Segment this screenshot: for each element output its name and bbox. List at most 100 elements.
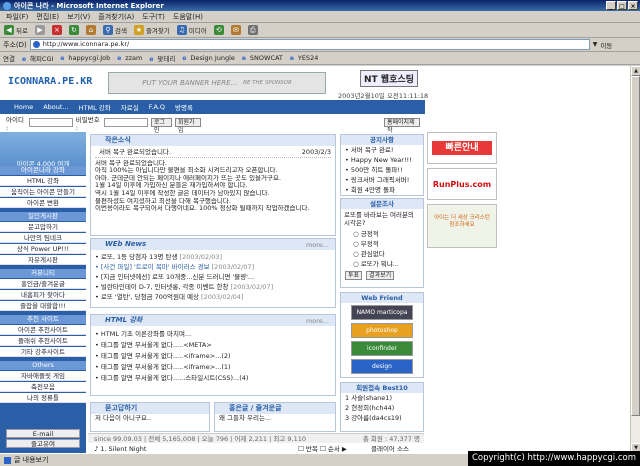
sponsor-banner[interactable]: PUT YOUR BANNER HERE... BE THE SPONSOR: [108, 72, 326, 94]
left-menu-item[interactable]: 자바애플릿 게임: [0, 371, 86, 381]
play-button[interactable]: ▶: [342, 445, 347, 453]
vote-button[interactable]: 투표: [345, 271, 363, 280]
left-menu-item[interactable]: 움직이는 아이콘 만들기: [0, 187, 86, 197]
notice-right-item[interactable]: • 서버 복구 완료!: [341, 145, 423, 155]
poll-option[interactable]: ○ 긍정적: [341, 229, 423, 239]
qa-item[interactable]: 저 다음이 아니구요..: [91, 414, 209, 423]
poll-option[interactable]: ○ 로또가 뭐냐...: [341, 259, 423, 269]
webnews-item[interactable]: • 로또 '열탄', 당첨금 700억원대 예상 [2003/02/04]: [91, 292, 335, 302]
history-button[interactable]: ⟲: [213, 25, 224, 35]
login-button[interactable]: 로그인: [150, 118, 172, 134]
notice-right-item[interactable]: • Happy New Year!!!: [341, 155, 423, 165]
password-input[interactable]: [104, 118, 148, 127]
refresh-button[interactable]: ↻: [68, 25, 79, 35]
back-button[interactable]: ◀ 뒤로: [4, 25, 28, 35]
html-course-item[interactable]: • 태그를 알면 무서울게 없다......스타일시트(CSS)...(4): [91, 373, 335, 384]
left-menu-item[interactable]: HTML 강좌: [0, 176, 86, 186]
html-course-item[interactable]: • HTML 기초 이론강좌를 마치며...: [91, 329, 335, 340]
nt-hosting-banner[interactable]: NT 웹호스팅: [360, 70, 418, 87]
webnews-item[interactable]: • [사건 파일] '트로이 목마' 바이러스 경보 [2003/02/07]: [91, 262, 335, 272]
id-input[interactable]: [29, 118, 73, 127]
left-menu-item[interactable]: 내홈피가 찾아다: [0, 290, 86, 300]
webnews-item[interactable]: • [지금 인터넷에선] 로또 10개중...신분 드러니면 '불량'...: [91, 272, 335, 282]
left-menu-item[interactable]: 문고맙하기: [0, 222, 86, 232]
left-menu-item[interactable]: 플래쉬 추천사이트: [0, 336, 86, 346]
bookmark-button[interactable]: 즐고유여: [6, 439, 80, 448]
nav-faq[interactable]: F.A.Q: [149, 103, 165, 111]
member-item[interactable]: 1 사슬(shane1): [341, 393, 423, 403]
notice-headline[interactable]: 서버 복구 완료되었습니다. 2003/2/3: [95, 148, 331, 158]
vertical-scrollbar[interactable]: ▲ ▼: [630, 66, 640, 453]
webfriend-banner[interactable]: design: [351, 359, 413, 374]
nav-home[interactable]: Home: [14, 103, 33, 111]
link-snowcat[interactable]: SNOWCAT: [242, 54, 283, 62]
left-menu-item[interactable]: 즐잡을 대할합!!!: [0, 301, 86, 311]
menu-favorites[interactable]: 즐겨찾기(A): [98, 12, 134, 22]
menu-view[interactable]: 보기(V): [67, 12, 90, 22]
ad-design[interactable]: 아이는 더 세상 크리스턴 참조하세요: [427, 204, 497, 248]
favorites-button[interactable]: ★ 즐겨찾기: [133, 25, 170, 35]
notice-right-item[interactable]: • 링크서버 그래픽서버!: [341, 175, 423, 185]
nav-about[interactable]: About...: [43, 103, 68, 111]
stop-button[interactable]: ×: [51, 25, 62, 35]
left-menu-item[interactable]: 상식 Power UP!!!: [0, 244, 86, 254]
notice-right-item[interactable]: • 500만 히트 돌파!!: [341, 165, 423, 175]
webnews-more-link[interactable]: more...: [306, 241, 329, 249]
address-input[interactable]: http://www.iconnara.pe.kr/: [29, 39, 590, 50]
webfriend-banner[interactable]: iconfinder: [351, 341, 413, 356]
left-menu-item[interactable]: 나의 정류틀: [0, 393, 86, 403]
home-button[interactable]: ⌂: [85, 25, 96, 35]
link-yes24[interactable]: YES24: [290, 54, 318, 62]
link-design-jungle[interactable]: Design Jungle: [182, 54, 235, 62]
notice-right-item[interactable]: • 회원 4만명 돌파: [341, 185, 423, 195]
menu-help[interactable]: 도움말(H): [173, 12, 203, 22]
left-menu-item[interactable]: 홍인금/즐겨운글: [0, 279, 86, 289]
scroll-thumb[interactable]: [631, 76, 640, 416]
webfriend-banner[interactable]: photoshop: [351, 323, 413, 338]
poll-option[interactable]: ○ 부정적: [341, 239, 423, 249]
html-course-item[interactable]: • 태그를 알면 무서울게 없다.....<iframe>...(2): [91, 351, 335, 362]
nav-html-course[interactable]: HTML 강좌: [79, 102, 111, 112]
left-menu-item[interactable]: 축전모음: [0, 382, 86, 392]
member-item[interactable]: 3 강아름(da4cs19): [341, 413, 423, 423]
forward-button[interactable]: ▶: [34, 25, 45, 35]
left-menu-item[interactable]: 자유게시판: [0, 255, 86, 265]
webnews-item[interactable]: • 빌란타인데이 D-7, 인터넷롱, 각종 이벤트 한창 [2003/02/0…: [91, 282, 335, 292]
go-button[interactable]: 이동: [600, 40, 612, 50]
search-button[interactable]: ⚲ 검색: [102, 25, 127, 35]
address-dropdown-icon[interactable]: ▼: [593, 41, 598, 48]
left-menu-item[interactable]: 나만의 팀네크: [0, 233, 86, 243]
html-course-item[interactable]: • 태그를 알면 무서울게 없다.....<iframe>...(1): [91, 362, 335, 373]
link-happycgi-job[interactable]: happycgi.Job: [60, 54, 110, 62]
close-icon[interactable]: ×: [628, 1, 638, 10]
poll-option[interactable]: ○ 관심없다: [341, 249, 423, 259]
menu-file[interactable]: 파일(F): [6, 12, 28, 22]
left-menu-item[interactable]: 아이콘 변환: [0, 198, 86, 208]
nav-guestbook[interactable]: 방명록: [175, 102, 193, 112]
order-checkbox[interactable]: ☐: [320, 445, 326, 453]
link-zzam[interactable]: zzam: [117, 54, 142, 62]
minimize-icon[interactable]: _: [606, 1, 616, 10]
webnews-item[interactable]: • 로또, 1등 당첨자 13명 탄생 [2003/02/03]: [91, 252, 335, 262]
mail-button[interactable]: ✉: [230, 25, 241, 35]
member-item[interactable]: 2 현정희(hch44): [341, 403, 423, 413]
email-button[interactable]: E-mail: [6, 429, 80, 438]
link-happycgi[interactable]: 해피CGI: [22, 53, 53, 63]
left-menu-item[interactable]: 기타 강추사이트: [0, 347, 86, 357]
scroll-up-icon[interactable]: ▲: [631, 66, 640, 76]
join-button[interactable]: 회원가입: [174, 118, 201, 134]
html-course-more-link[interactable]: more...: [306, 317, 329, 325]
nav-archive[interactable]: 자료실: [121, 102, 139, 112]
ad-runplus[interactable]: RunPlus.com: [427, 168, 497, 200]
left-menu-item[interactable]: 아이콘 추천사이트: [0, 325, 86, 335]
menu-edit[interactable]: 편집(E): [36, 12, 59, 22]
print-button[interactable]: ⎙: [247, 25, 258, 35]
good-posts-item[interactable]: 왜 그들차 우리는...: [215, 414, 335, 423]
site-logo[interactable]: ICONNARA.PE.KR: [8, 76, 92, 87]
webfriend-banner[interactable]: NAMO marticopa: [351, 305, 413, 320]
repeat-checkbox[interactable]: ☐: [298, 445, 304, 453]
media-button[interactable]: ♫ 미디어: [176, 25, 207, 35]
menu-tools[interactable]: 도구(T): [142, 12, 165, 22]
ad-quick-guide[interactable]: 빠른안내: [427, 132, 497, 164]
homepage-make-button[interactable]: 홈페이지제작: [384, 118, 420, 134]
